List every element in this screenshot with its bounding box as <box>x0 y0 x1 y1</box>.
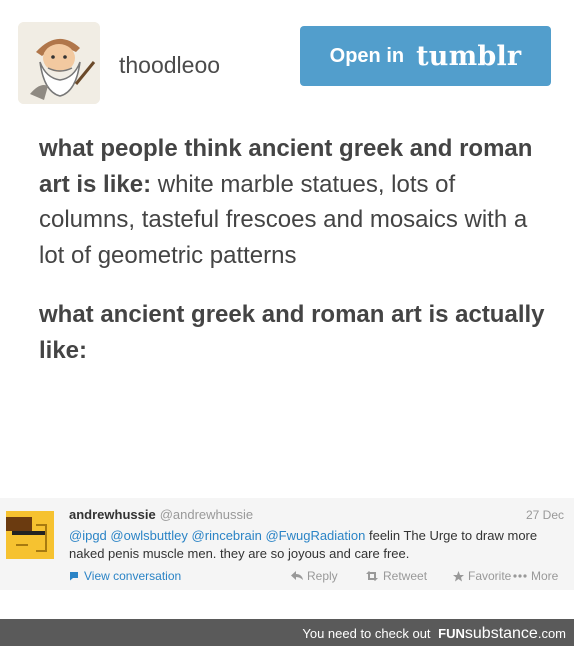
tweet-mention[interactable]: @owlsbuttley <box>110 528 188 543</box>
more-label: More <box>531 569 559 583</box>
tweet-mention[interactable]: @rincebrain <box>192 528 262 543</box>
watermark-brand-substance: substance <box>464 625 538 642</box>
watermark-caption: You need to check out <box>302 626 431 641</box>
tweet-author-handle[interactable]: @andrewhussie <box>160 507 253 522</box>
tumblr-wordmark: tumblr <box>416 40 522 72</box>
post-paragraph-2: what ancient greek and roman art is actu… <box>39 297 549 368</box>
view-conversation-label: View conversation <box>84 569 182 583</box>
reply-label: Reply <box>307 569 338 583</box>
tweet-header: andrewhussie @andrewhussie <box>69 507 253 522</box>
reply-arrow-icon <box>291 571 303 580</box>
post-paragraph-2-bold: what ancient greek and roman art is actu… <box>39 301 545 364</box>
open-in-label: Open in <box>329 44 405 67</box>
tweet-date[interactable]: 27 Dec <box>526 508 564 522</box>
cartoon-face-avatar-icon <box>6 511 54 559</box>
tweet-text: @ipgd @owlsbuttley @rincebrain @FwugRadi… <box>69 527 564 563</box>
post-body: what people think ancient greek and roma… <box>39 131 549 392</box>
conversation-bubble-icon <box>70 572 78 581</box>
ellipsis-icon <box>513 574 527 578</box>
tweet-mention[interactable]: @ipgd <box>69 528 107 543</box>
reply-action[interactable]: Reply <box>291 569 338 583</box>
favorite-action[interactable]: Favorite <box>453 569 511 583</box>
watermark-text: You need to check out FUNsubstance.com <box>302 625 566 643</box>
watermark-brand-tld: .com <box>537 626 566 641</box>
tweet-author-name[interactable]: andrewhussie <box>69 507 156 522</box>
embedded-tweet: andrewhussie @andrewhussie 27 Dec @ipgd @… <box>0 498 574 590</box>
retweet-action[interactable]: Retweet <box>365 569 427 583</box>
tweet-actions: View conversation Reply Retweet Favorite… <box>69 569 566 585</box>
watermark-footer: You need to check out FUNsubstance.com <box>0 619 574 646</box>
user-avatar[interactable] <box>18 22 100 104</box>
tweet-mention[interactable]: @FwugRadiation <box>265 528 365 543</box>
tweet-avatar[interactable] <box>6 511 54 559</box>
view-conversation-link[interactable]: View conversation <box>69 569 181 583</box>
star-icon <box>453 570 464 581</box>
watermark-brand-fun: FUN <box>438 626 465 641</box>
username[interactable]: thoodleoo <box>119 52 220 79</box>
retweet-icon <box>366 571 378 581</box>
retweet-label: Retweet <box>383 569 428 583</box>
post-paragraph-1: what people think ancient greek and roma… <box>39 131 549 273</box>
more-action[interactable]: More <box>513 569 558 583</box>
open-in-tumblr-button[interactable]: Open in tumblr <box>300 26 551 86</box>
post-header: thoodleoo Open in tumblr <box>0 0 574 110</box>
favorite-label: Favorite <box>468 569 512 583</box>
bearded-man-avatar-icon <box>18 22 100 104</box>
